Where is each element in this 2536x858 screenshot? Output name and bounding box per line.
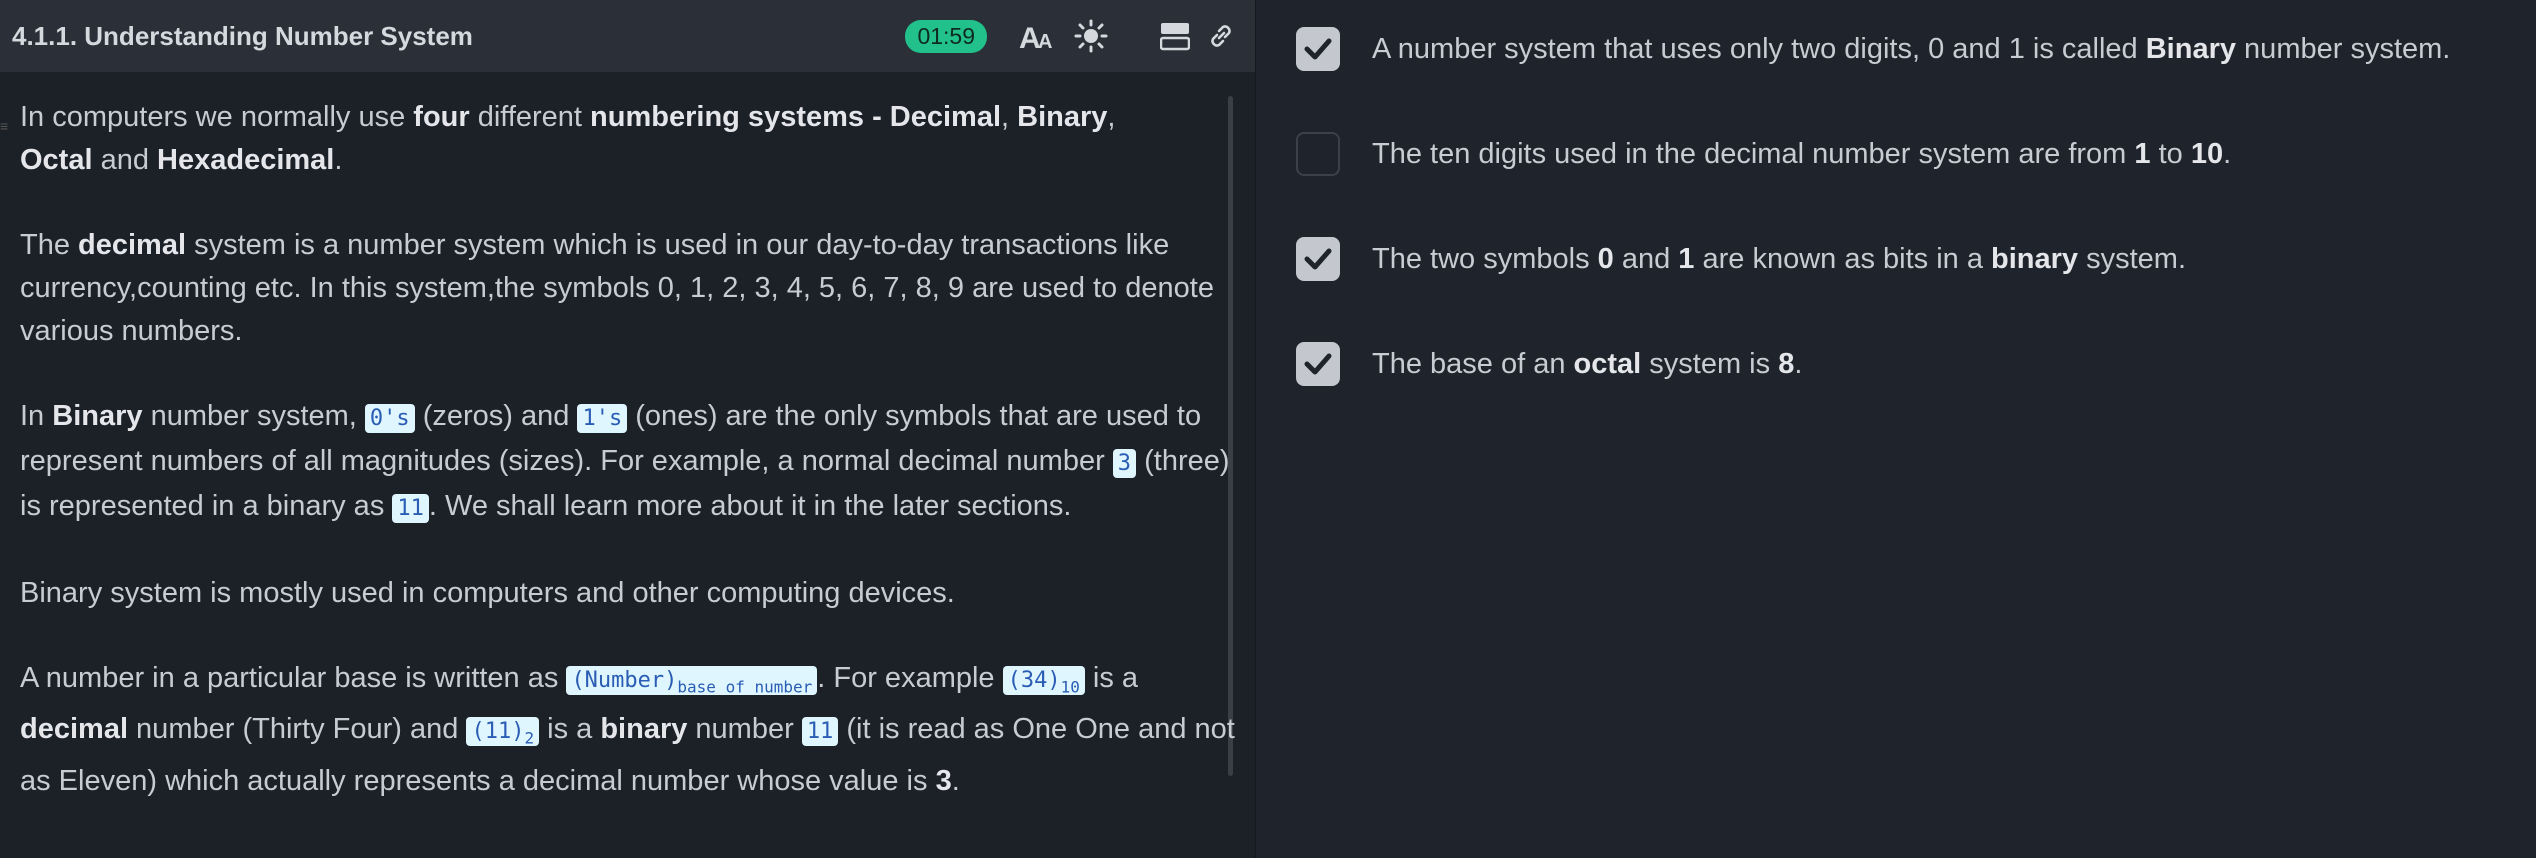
paragraph-usage: Binary system is mostly used in computer… — [20, 577, 955, 609]
brightness-icon[interactable] — [1069, 14, 1113, 58]
checkbox-unchecked[interactable] — [1296, 132, 1340, 176]
check-icon — [1304, 353, 1332, 375]
checklist-item-text: A number system that uses only two digit… — [1372, 32, 2451, 65]
paragraph-decimal: The decimal system is a number system wh… — [20, 229, 1214, 347]
checklist-item[interactable]: The ten digits used in the decimal numbe… — [1296, 132, 2231, 176]
checklist-item-text: The base of an octal system is 8. — [1372, 347, 1803, 380]
lesson-title: 4.1.1. Understanding Number System — [12, 20, 473, 51]
code-snippet: 0's — [364, 404, 415, 433]
paragraph-intro: In computers we normally use four differ… — [20, 101, 1116, 176]
code-snippet: (Number)base of number — [566, 666, 818, 696]
code-snippet: 11 — [801, 717, 839, 747]
checklist-item-text: The two symbols 0 and 1 are known as bit… — [1372, 242, 2187, 275]
code-snippet: (11)2 — [466, 717, 540, 748]
checkbox-checked[interactable] — [1296, 237, 1340, 281]
paragraph-binary: In Binary number system, 0's (zeros) and… — [20, 400, 1230, 523]
link-icon[interactable] — [1199, 14, 1243, 58]
code-snippet: 1's — [577, 404, 628, 433]
check-icon — [1304, 38, 1332, 60]
lesson-header: 4.1.1. Understanding Number System 01:59… — [0, 0, 1255, 72]
svg-text:A: A — [1038, 31, 1052, 52]
checklist-item[interactable]: The base of an octal system is 8. — [1296, 342, 1802, 386]
code-snippet: 11 — [392, 494, 429, 523]
checkbox-checked[interactable] — [1296, 27, 1340, 71]
check-icon — [1304, 248, 1332, 270]
code-snippet: (34)10 — [1002, 666, 1085, 696]
checklist-item[interactable]: A number system that uses only two digit… — [1296, 27, 2450, 71]
checklist-item-text: The ten digits used in the decimal numbe… — [1372, 137, 2232, 170]
checklist-panel: A number system that uses only two digit… — [1256, 0, 2536, 858]
checklist-item[interactable]: The two symbols 0 and 1 are known as bit… — [1296, 237, 2186, 281]
checkbox-checked[interactable] — [1296, 342, 1340, 386]
paragraph-base: A number in a particular base is written… — [20, 662, 1235, 797]
code-snippet: 3 — [1112, 449, 1137, 478]
timer-badge: 01:59 — [905, 19, 987, 53]
lesson-content: In computers we normally use four differ… — [0, 72, 1255, 803]
font-size-icon[interactable]: AA — [1015, 14, 1059, 58]
layout-icon[interactable] — [1153, 14, 1197, 58]
lesson-panel: 4.1.1. Understanding Number System 01:59… — [0, 0, 1255, 858]
